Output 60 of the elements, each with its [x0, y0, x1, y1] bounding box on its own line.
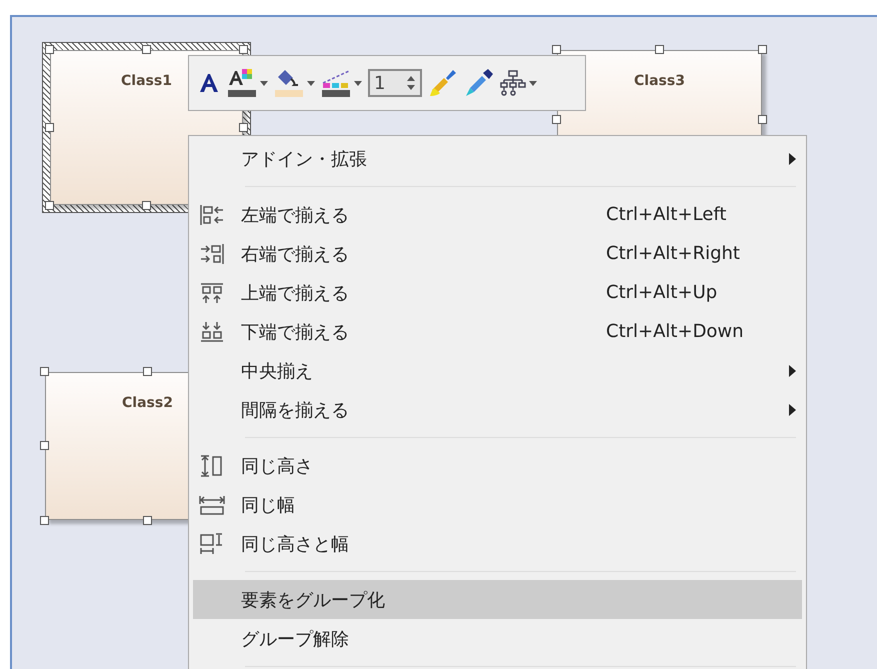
menu-item-label: 要素をグループ化	[241, 588, 386, 612]
line-width-spinner[interactable]: 1	[368, 69, 422, 97]
font-button[interactable]	[197, 71, 221, 95]
line-width-value: 1	[374, 72, 386, 94]
align-icon	[199, 494, 225, 516]
class-name: Class2	[122, 395, 173, 413]
menu-item[interactable]: 下端で揃える Ctrl+Alt+Down	[193, 312, 802, 351]
menu-item[interactable]: 上端で揃える Ctrl+Alt+Up	[193, 273, 802, 312]
resize-handle[interactable]	[40, 441, 49, 450]
font-color-button[interactable]	[227, 67, 268, 99]
eyedropper-icon	[464, 68, 494, 98]
resize-handle[interactable]	[758, 115, 767, 124]
align-icon	[199, 532, 225, 554]
align-icon	[199, 282, 225, 304]
resize-handle[interactable]	[552, 115, 561, 124]
menu-item[interactable]: グループ解除	[193, 619, 802, 658]
menu-item-label: アドイン・拡張	[241, 148, 368, 170]
align-icon	[199, 454, 225, 476]
resize-handle[interactable]	[142, 516, 152, 525]
menu-item-label: 下端で揃える	[241, 320, 350, 344]
hierarchy-icon	[500, 70, 526, 96]
resize-handle[interactable]	[142, 367, 152, 376]
resize-handle[interactable]	[45, 201, 54, 210]
fill-color-button[interactable]	[274, 67, 315, 99]
class-name: Class3	[634, 73, 685, 91]
caret-icon	[260, 80, 268, 86]
resize-handle[interactable]	[40, 367, 49, 376]
menu-item[interactable]: 右端で揃える Ctrl+Alt+Right	[193, 234, 802, 273]
menu-item-label: 左端で揃える	[241, 204, 350, 226]
spin-arrows-icon	[406, 75, 416, 91]
paint-bucket-icon	[274, 67, 304, 99]
caret-icon	[354, 80, 362, 86]
shortcut-text: Ctrl+Alt+Down	[606, 321, 745, 342]
brush-icon	[428, 68, 458, 98]
align-icon	[199, 320, 225, 342]
shortcut-text: Ctrl+Alt+Right	[606, 243, 741, 264]
resize-handle[interactable]	[239, 45, 248, 54]
resize-handle[interactable]	[758, 45, 767, 54]
resize-handle[interactable]	[40, 516, 49, 525]
font-icon	[197, 71, 221, 95]
menu-item[interactable]: 同じ高さと幅	[193, 524, 802, 563]
menu-item[interactable]: 要素をグループ化	[193, 580, 802, 619]
resize-handle[interactable]	[552, 45, 561, 54]
shortcut-text: Ctrl+Alt+Up	[606, 282, 718, 303]
caret-icon	[307, 80, 315, 86]
eyedropper-button[interactable]	[464, 68, 494, 98]
font-color-icon	[227, 67, 257, 99]
layout-button[interactable]	[500, 70, 537, 96]
menu-item-label: 上端で揃える	[241, 282, 350, 304]
resize-handle[interactable]	[45, 45, 54, 54]
align-icon	[199, 242, 225, 264]
resize-handle[interactable]	[654, 45, 664, 54]
shortcut-text: Ctrl+Alt+Left	[606, 204, 728, 225]
menu-item-label: グループ解除	[241, 628, 350, 650]
format-painter-button[interactable]	[428, 68, 458, 98]
menu-item-label: 右端で揃える	[241, 242, 350, 266]
menu-item-label: 同じ高さと幅	[241, 532, 350, 556]
caret-icon	[529, 80, 537, 86]
align-icon	[199, 204, 225, 226]
class-name: Class1	[121, 73, 172, 91]
